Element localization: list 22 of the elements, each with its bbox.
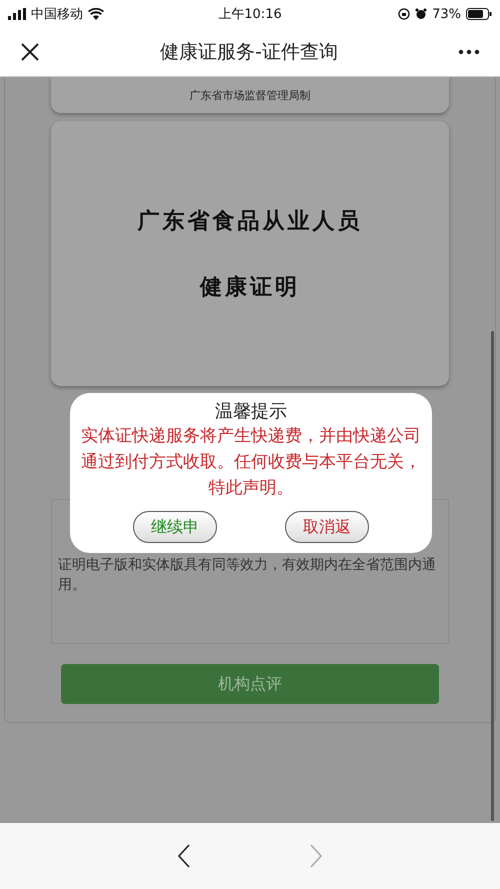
- certificate-title: 广东省食品从业人员: [138, 206, 362, 236]
- rotation-lock-icon: [398, 8, 410, 20]
- carrier-name: 中国移动: [31, 6, 83, 23]
- clock-time: 上午10:16: [218, 6, 282, 23]
- battery-icon: [466, 8, 492, 20]
- continue-button[interactable]: 继续申: [133, 511, 217, 543]
- signal-icon: [8, 8, 26, 20]
- certificate-title: 健康证明: [200, 272, 300, 302]
- wifi-icon: [88, 8, 104, 20]
- dialog-title: 温馨提示: [215, 400, 287, 423]
- back-chevron-icon: [177, 843, 191, 869]
- review-button[interactable]: 机构点评: [61, 664, 439, 704]
- more-icon[interactable]: [458, 49, 480, 55]
- page-title: 健康证服务-证件查询: [160, 40, 338, 65]
- battery-percent: 73%: [432, 6, 461, 22]
- issuer-text: 广东省市场监督管理局制: [190, 88, 310, 102]
- alarm-icon: [415, 8, 428, 20]
- forward-chevron-icon: [309, 843, 323, 869]
- cancel-button[interactable]: 取消返: [285, 511, 369, 543]
- dialog-message: 实体证快递服务将产生快递费，并由快递公司通过到付方式收取。任何收费与本平台无关，特此声明。: [80, 425, 422, 500]
- close-icon[interactable]: [20, 42, 40, 62]
- notice-text: 证明电子版和实体版具有同等效力，有效期内在全省范围内通用。: [58, 556, 437, 595]
